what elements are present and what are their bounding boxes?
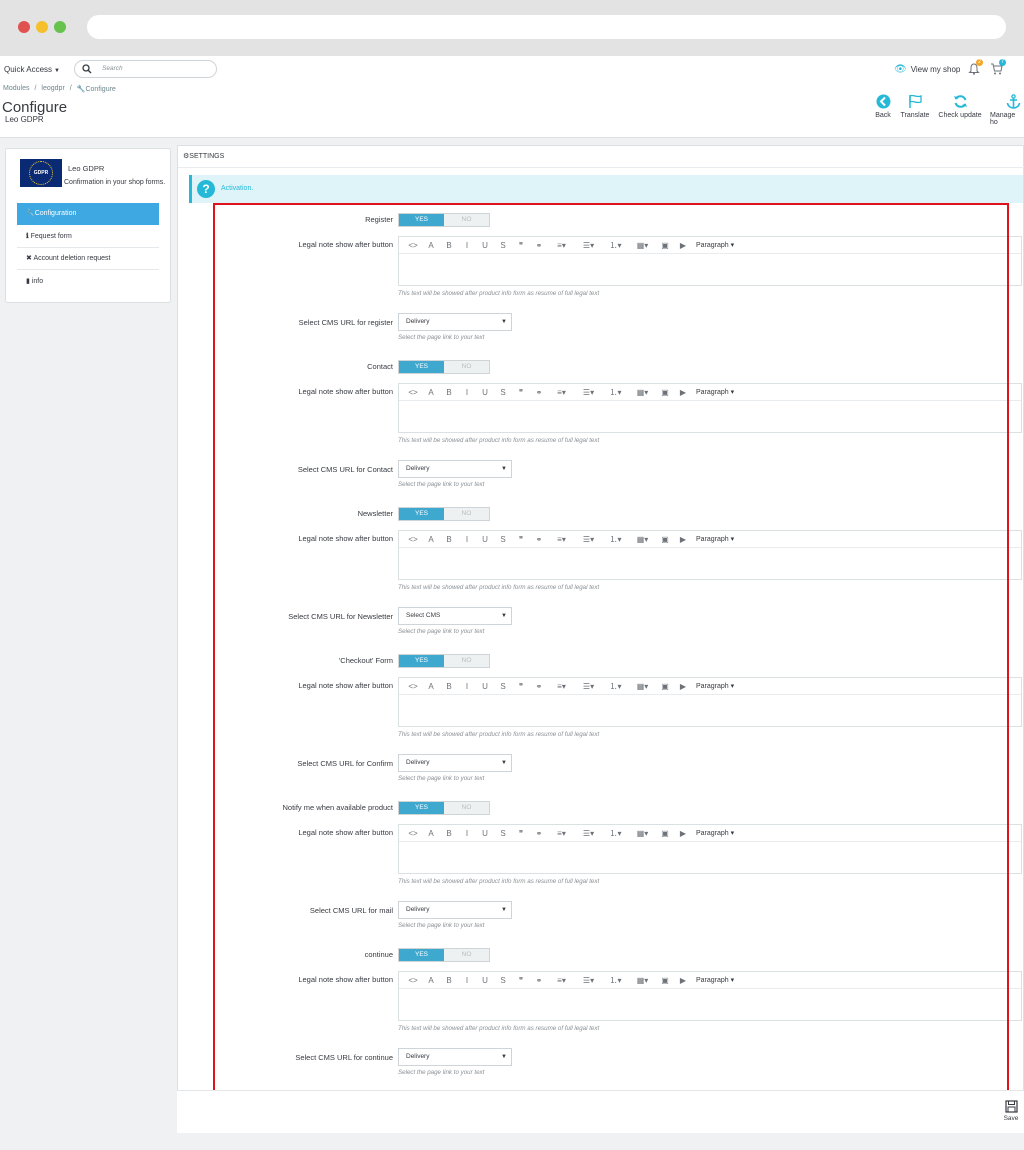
caret-down-icon: ▼ [54, 68, 60, 74]
sidebar-item-info[interactable]: ▮ info [17, 271, 159, 293]
sidebar-item-account-deletion[interactable]: ✖ Account deletion request [17, 248, 159, 270]
view-shop-link[interactable]: 👁 View my shop [894, 64, 960, 75]
page-header: Modules / leogdpr / 🔧Configure Configure… [0, 82, 1024, 138]
breadcrumb-separator: / [34, 85, 37, 92]
sidebar-item-label: Account deletion request [33, 255, 111, 262]
activation-alert: ? Activation. [189, 175, 1023, 203]
check-update-label: Check update [938, 112, 982, 119]
back-button[interactable]: Back [873, 94, 893, 119]
orders-cart-icon[interactable]: 7 [990, 59, 1006, 75]
breadcrumb: Modules / leogdpr / 🔧Configure [3, 85, 116, 93]
breadcrumb-separator: / [69, 85, 72, 92]
module-name: Leo GDPR [68, 164, 105, 173]
breadcrumb-configure: 🔧Configure [77, 85, 116, 93]
highlight-frame [213, 203, 1009, 1098]
quick-access-menu[interactable]: Quick Access ▼ [4, 65, 60, 74]
translate-button[interactable]: Translate [899, 94, 931, 119]
manage-hooks-button[interactable]: Manage ho [990, 94, 1024, 126]
back-label: Back [875, 112, 891, 119]
breadcrumb-configure-label: Configure [85, 86, 116, 93]
module-description: Confirmation in your shop forms. [64, 179, 166, 186]
anchor-icon [1006, 94, 1021, 109]
back-icon [876, 94, 890, 109]
quick-access-label: Quick Access [4, 65, 53, 74]
translate-label: Translate [900, 112, 930, 119]
close-window-button[interactable] [18, 21, 30, 33]
sidebar-item-request-form[interactable]: ℹ Fequest form [17, 226, 159, 248]
refresh-icon [953, 95, 967, 108]
alert-text: Activation. [221, 185, 254, 192]
search-icon [82, 64, 92, 74]
orders-badge: 7 [999, 59, 1006, 66]
wrench-icon: 🔧 [26, 210, 35, 217]
view-shop-label: View my shop [910, 65, 961, 74]
breadcrumb-leogdpr[interactable]: leogdpr [41, 85, 64, 93]
settings-title: SETTINGS [189, 153, 225, 160]
search-input[interactable]: Search [74, 60, 217, 78]
notifications-badge: 2 [976, 59, 983, 66]
save-label: Save [1003, 1115, 1019, 1122]
eye-icon: 👁 [894, 64, 907, 75]
browser-titlebar [0, 0, 1024, 56]
save-button[interactable]: Save [1000, 1100, 1022, 1122]
page-subtitle: Leo GDPR [5, 115, 44, 124]
top-navigation: Quick Access ▼ Search 👁 View my shop 2 7 [0, 56, 1024, 82]
sidebar-item-label: info [31, 278, 44, 285]
module-sidebar: GDPR Leo GDPR Confirmation in your shop … [5, 148, 171, 303]
panel-footer [177, 1090, 1024, 1133]
question-icon: ? [197, 180, 215, 198]
sidebar-item-label: Fequest form [30, 233, 72, 240]
flag-icon [908, 94, 922, 108]
sidebar-item-label: Configuration [34, 210, 77, 217]
notifications-bell-icon[interactable]: 2 [968, 59, 983, 75]
settings-heading: ⚙SETTINGS [178, 146, 1024, 168]
minimize-window-button[interactable] [36, 21, 48, 33]
save-icon [1004, 1100, 1018, 1113]
check-update-button[interactable]: Check update [937, 94, 983, 119]
maximize-window-button[interactable] [54, 21, 66, 33]
breadcrumb-modules[interactable]: Modules [3, 85, 29, 93]
manage-hooks-label: Manage ho [990, 112, 1016, 126]
search-placeholder: Search [102, 65, 123, 72]
sidebar-item-configuration[interactable]: 🔧Configuration [17, 203, 159, 225]
page-title: Configure [2, 99, 68, 116]
address-bar[interactable] [87, 15, 1006, 39]
